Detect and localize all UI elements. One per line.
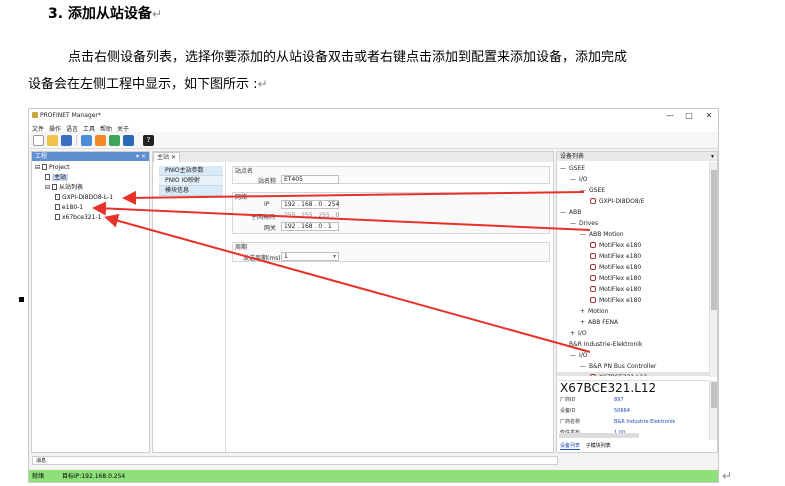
arrow-gxpi <box>122 190 585 205</box>
arrow-x67bce321 <box>104 213 591 353</box>
arrow-e180 <box>92 201 591 231</box>
annotation-arrows <box>92 190 591 353</box>
